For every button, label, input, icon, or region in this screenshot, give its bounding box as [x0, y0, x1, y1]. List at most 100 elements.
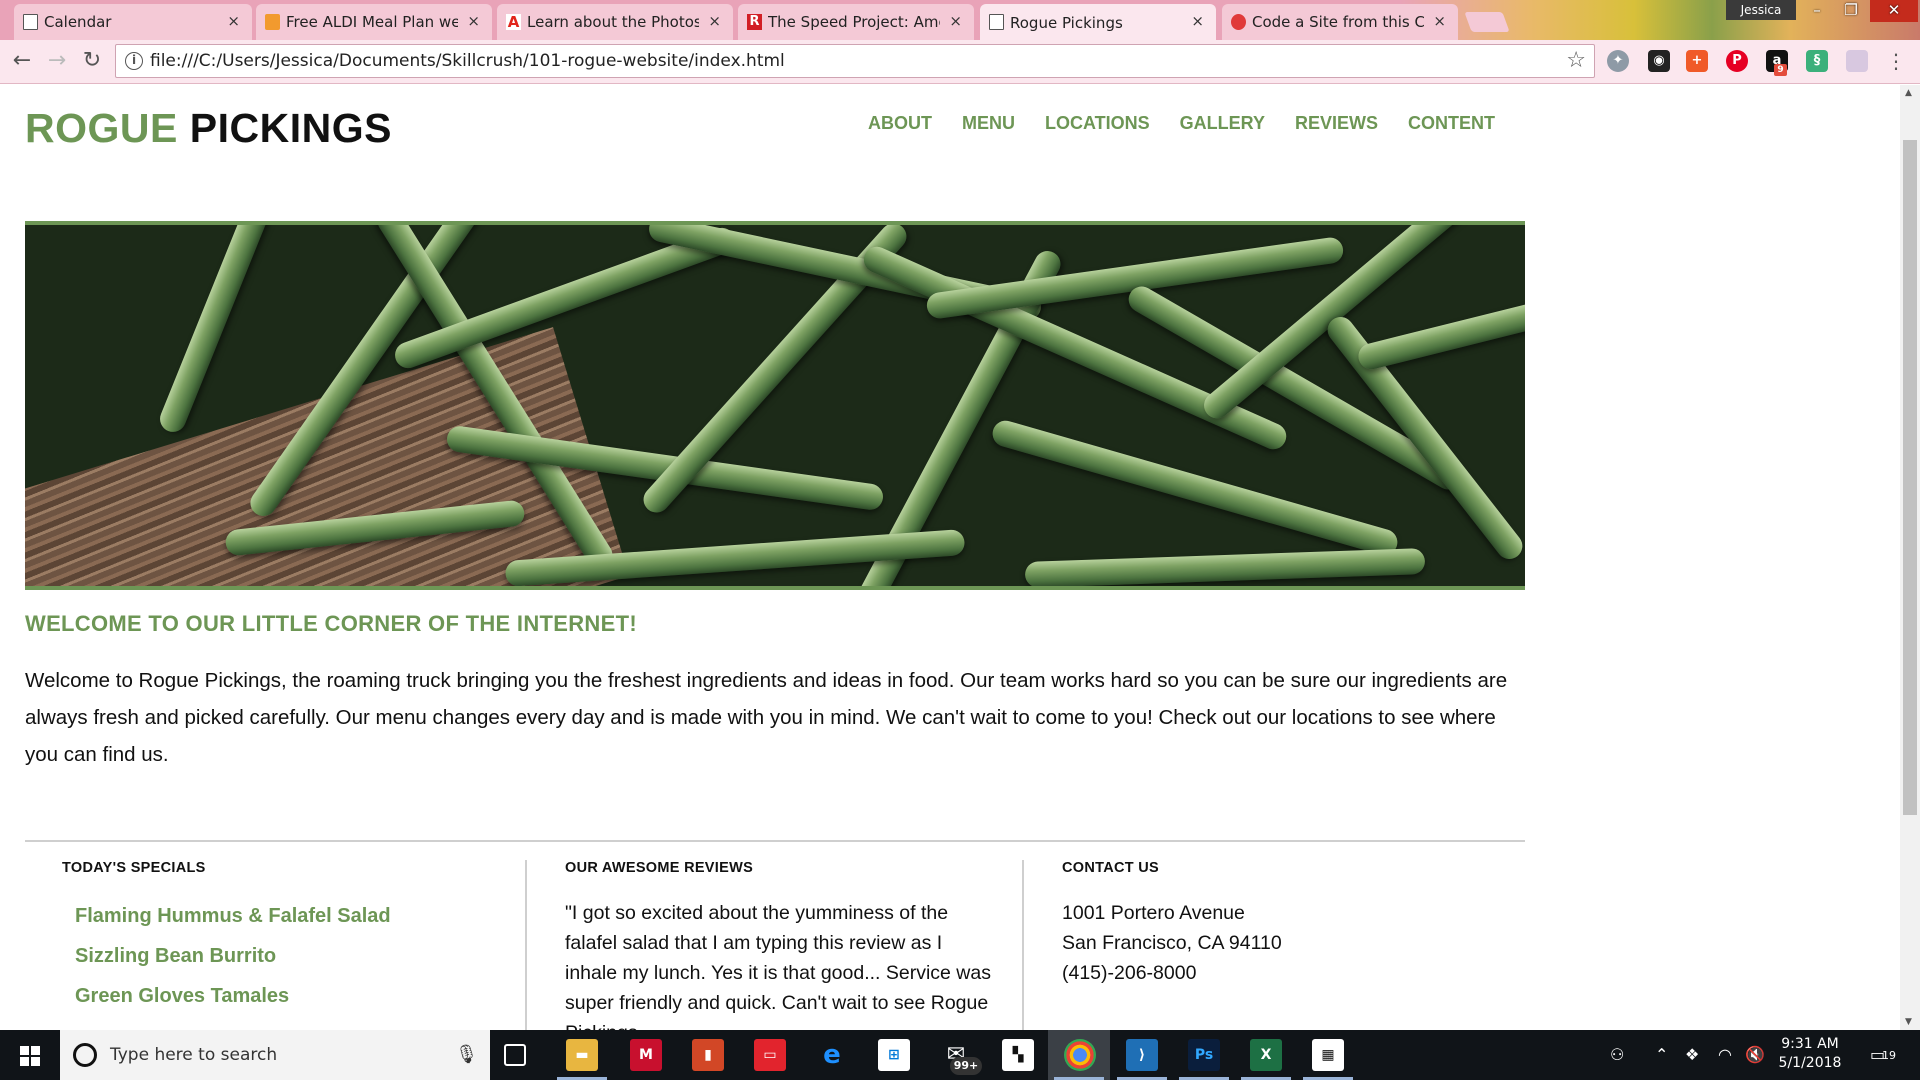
store-icon[interactable]: ⊞: [878, 1039, 910, 1071]
specials-list: Flaming Hummus & Falafel Salad Sizzling …: [62, 896, 512, 1016]
system-clock[interactable]: 9:31 AM 5/1/2018: [1760, 1035, 1860, 1073]
browser-tab[interactable]: Code a Site from this Cor ×: [1222, 4, 1458, 40]
tab-title: Code a Site from this Cor: [1252, 13, 1424, 31]
app-book-icon[interactable]: ▭: [754, 1039, 786, 1071]
bookmark-star-icon[interactable]: ☆: [1566, 46, 1586, 76]
people-icon[interactable]: ⚇: [1610, 1030, 1624, 1080]
hero-bean: [989, 417, 1401, 559]
browser-tab[interactable]: Calendar ×: [14, 4, 252, 40]
logo-word-green: ROGUE: [25, 105, 178, 151]
address-bar[interactable]: i file:///C:/Users/Jessica/Documents/Ski…: [115, 44, 1595, 78]
scroll-down-icon[interactable]: ▼: [1905, 1017, 1912, 1027]
nav-menu[interactable]: MENU: [962, 113, 1015, 134]
page-info-icon[interactable]: i: [125, 52, 143, 70]
show-hidden-icons[interactable]: ⌃: [1655, 1030, 1668, 1080]
hero-bean: [1024, 548, 1426, 586]
clock-time: 9:31 AM: [1781, 1036, 1839, 1052]
calculator-icon[interactable]: ▦: [1312, 1039, 1344, 1071]
contact-column: CONTACT US 1001 Portero Avenue San Franc…: [1062, 860, 1462, 988]
tab-close-icon[interactable]: ×: [1433, 12, 1446, 30]
tab-close-icon[interactable]: ×: [708, 12, 721, 30]
tab-close-icon[interactable]: ×: [467, 12, 480, 30]
nav-reviews[interactable]: REVIEWS: [1295, 113, 1378, 134]
document-icon: [23, 14, 38, 30]
aldi-icon: [265, 14, 280, 30]
new-tab-button[interactable]: [1464, 12, 1510, 32]
notification-count: 19: [1882, 1049, 1896, 1062]
restore-icon[interactable]: ❐: [1834, 0, 1868, 22]
extension-puzzle-icon[interactable]: ✦: [1607, 50, 1629, 72]
review-text: "I got so excited about the yumminess of…: [565, 902, 991, 1030]
main-nav: ABOUT MENU LOCATIONS GALLERY REVIEWS CON…: [868, 113, 1525, 134]
tab-close-icon[interactable]: ×: [1191, 12, 1204, 30]
browser-tabstrip: Calendar × Free ALDI Meal Plan wee × A L…: [0, 0, 1920, 40]
scroll-up-icon[interactable]: ▲: [1905, 88, 1912, 98]
code-icon: [1231, 14, 1246, 30]
mail-badge: 99+: [950, 1057, 982, 1075]
browser-tab[interactable]: R The Speed Project: Amer ×: [738, 4, 974, 40]
task-view-icon[interactable]: [504, 1044, 526, 1066]
extension-owl-icon[interactable]: ◉: [1648, 50, 1670, 72]
pinterest-icon[interactable]: P: [1726, 50, 1748, 72]
scrollbar-thumb[interactable]: [1903, 140, 1917, 815]
microphone-icon[interactable]: 🎙: [455, 1044, 478, 1065]
dropbox-icon[interactable]: ❖: [1685, 1030, 1699, 1080]
file-explorer-icon[interactable]: ▬: [566, 1039, 598, 1071]
wifi-icon[interactable]: ◠: [1718, 1030, 1732, 1080]
browser-tab[interactable]: A Learn about the Photosh ×: [497, 4, 733, 40]
extension-grey-icon[interactable]: [1846, 50, 1868, 72]
cortana-icon: [73, 1043, 97, 1067]
r-icon: R: [747, 14, 762, 30]
back-icon[interactable]: ←: [9, 48, 35, 74]
nav-locations[interactable]: LOCATIONS: [1045, 113, 1150, 134]
forward-icon[interactable]: →: [44, 48, 70, 74]
browser-tab-active[interactable]: Rogue Pickings ×: [980, 4, 1216, 40]
extension-plus-icon[interactable]: +: [1686, 50, 1708, 72]
window-close-icon[interactable]: ✕: [1870, 0, 1918, 22]
document-icon: [989, 14, 1004, 30]
photoshop-icon[interactable]: Ps: [1188, 1039, 1220, 1071]
tab-title: The Speed Project: Amer: [768, 13, 940, 31]
profile-button[interactable]: Jessica: [1726, 0, 1796, 20]
contact-details: 1001 Portero Avenue San Francisco, CA 94…: [1062, 898, 1462, 988]
page-scrollbar[interactable]: ▲ ▼: [1900, 85, 1920, 1030]
column-divider: [525, 860, 527, 1030]
excel-icon[interactable]: X: [1250, 1039, 1282, 1071]
sticky-notes-icon[interactable]: ▚: [1002, 1039, 1034, 1071]
app-orange-icon[interactable]: ▮: [692, 1039, 724, 1071]
mcafee-icon[interactable]: M: [630, 1039, 662, 1071]
intro-paragraph: Welcome to Rogue Pickings, the roaming t…: [25, 669, 1508, 766]
specials-column: TODAY'S SPECIALS Flaming Hummus & Falafe…: [62, 860, 512, 1016]
extension-s-icon[interactable]: §: [1806, 50, 1828, 72]
site-logo[interactable]: ROGUE PICKINGS: [25, 105, 392, 152]
tab-close-icon[interactable]: ×: [227, 12, 240, 30]
reviews-heading: OUR AWESOME REVIEWS: [565, 860, 754, 876]
special-item[interactable]: Sizzling Bean Burrito: [75, 936, 512, 976]
nav-about[interactable]: ABOUT: [868, 113, 932, 134]
page-viewport: ROGUE PICKINGS ABOUT MENU LOCATIONS GALL…: [0, 85, 1900, 1030]
minimize-icon[interactable]: –: [1800, 0, 1834, 22]
special-item[interactable]: Green Gloves Tamales: [75, 976, 512, 1016]
taskbar-search-box[interactable]: Type here to search 🎙: [60, 1030, 490, 1080]
vscode-icon[interactable]: ⟩: [1126, 1039, 1158, 1071]
contact-address-line2: San Francisco, CA 94110: [1062, 932, 1282, 954]
column-divider: [1022, 860, 1024, 1030]
logo-word-black: PICKINGS: [189, 105, 392, 151]
edge-icon[interactable]: e: [816, 1039, 848, 1071]
section-divider: [25, 840, 1525, 842]
contact-address-line1: 1001 Portero Avenue: [1062, 902, 1245, 924]
search-placeholder: Type here to search: [110, 1045, 278, 1065]
start-button[interactable]: [0, 1030, 60, 1080]
special-item[interactable]: Flaming Hummus & Falafel Salad: [75, 896, 512, 936]
browser-tab[interactable]: Free ALDI Meal Plan wee ×: [256, 4, 492, 40]
reload-icon[interactable]: ↻: [79, 48, 105, 74]
windows-logo-icon: [20, 1046, 40, 1066]
chrome-icon[interactable]: [1064, 1039, 1096, 1071]
contact-phone[interactable]: (415)-206-8000: [1062, 958, 1462, 988]
browser-menu-icon[interactable]: ⋮: [1886, 48, 1906, 74]
nav-gallery[interactable]: GALLERY: [1180, 113, 1265, 134]
tab-close-icon[interactable]: ×: [949, 12, 962, 30]
windows-taskbar: Type here to search 🎙 ▬ M ▮ ▭ e ⊞ ✉ 99+ …: [0, 1030, 1920, 1080]
nav-content[interactable]: CONTENT: [1408, 113, 1495, 134]
welcome-heading: WELCOME TO OUR LITTLE CORNER OF THE INTE…: [25, 611, 637, 636]
